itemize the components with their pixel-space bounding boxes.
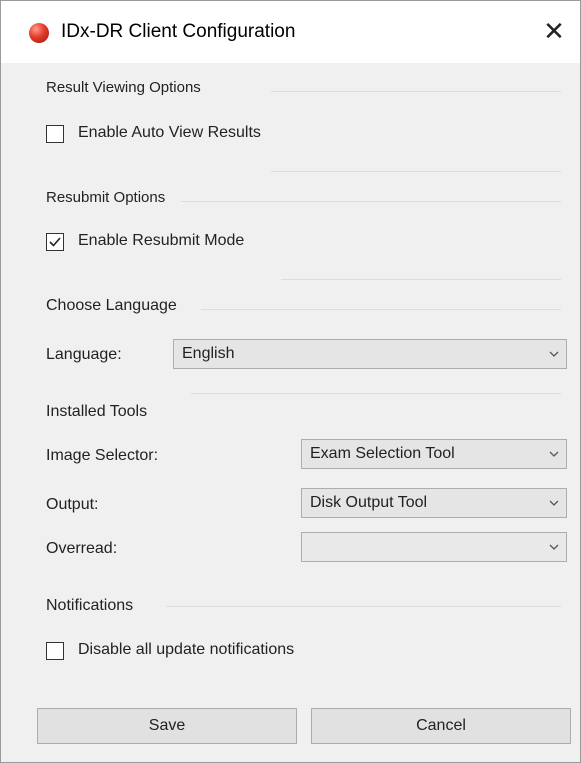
cancel-button[interactable]: Cancel	[311, 708, 571, 744]
overread-label: Overread:	[46, 540, 118, 557]
language-separator	[201, 309, 561, 310]
save-button[interactable]: Save	[37, 708, 297, 744]
resubmit-mode-checkbox[interactable]	[46, 233, 64, 251]
chevron-down-icon	[549, 500, 559, 506]
choose-language-heading: Choose Language	[46, 297, 177, 314]
disable-updates-label[interactable]: Disable all update notifications	[78, 641, 294, 659]
chevron-down-icon	[549, 544, 559, 550]
language-label: Language:	[46, 346, 122, 363]
tools-separator	[191, 393, 561, 394]
output-value: Disk Output Tool	[310, 494, 428, 511]
notifications-separator	[166, 606, 561, 607]
auto-view-checkbox[interactable]	[46, 125, 64, 143]
disable-updates-checkbox[interactable]	[46, 642, 64, 660]
language-select[interactable]: English	[173, 339, 567, 369]
close-button[interactable]: ✕	[534, 11, 574, 51]
checkmark-icon	[49, 237, 61, 247]
title-bar: IDx-DR Client Configuration ✕	[1, 1, 580, 63]
close-icon: ✕	[543, 15, 565, 46]
image-selector-label: Image Selector:	[46, 447, 159, 464]
image-selector-value: Exam Selection Tool	[310, 445, 455, 462]
notifications-heading: Notifications	[46, 597, 134, 614]
resubmit-separator	[181, 201, 561, 202]
language-separator-top	[281, 279, 561, 280]
output-label: Output:	[46, 496, 99, 513]
window-title: IDx-DR Client Configuration	[61, 21, 296, 42]
output-select[interactable]: Disk Output Tool	[301, 488, 567, 518]
auto-view-label[interactable]: Enable Auto View Results	[78, 124, 261, 142]
result-viewing-separator	[271, 91, 561, 92]
result-viewing-heading: Result Viewing Options	[46, 79, 201, 96]
installed-tools-heading: Installed Tools	[46, 403, 148, 420]
overread-select[interactable]	[301, 532, 567, 562]
language-select-value: English	[182, 345, 235, 362]
resubmit-separator-top	[271, 171, 561, 172]
resubmit-mode-label[interactable]: Enable Resubmit Mode	[78, 232, 244, 250]
chevron-down-icon	[549, 351, 559, 357]
image-selector-select[interactable]: Exam Selection Tool	[301, 439, 567, 469]
chevron-down-icon	[549, 451, 559, 457]
config-dialog: IDx-DR Client Configuration ✕ Result Vie…	[0, 0, 581, 763]
app-logo-icon	[29, 23, 49, 43]
resubmit-heading: Resubmit Options	[46, 189, 166, 206]
